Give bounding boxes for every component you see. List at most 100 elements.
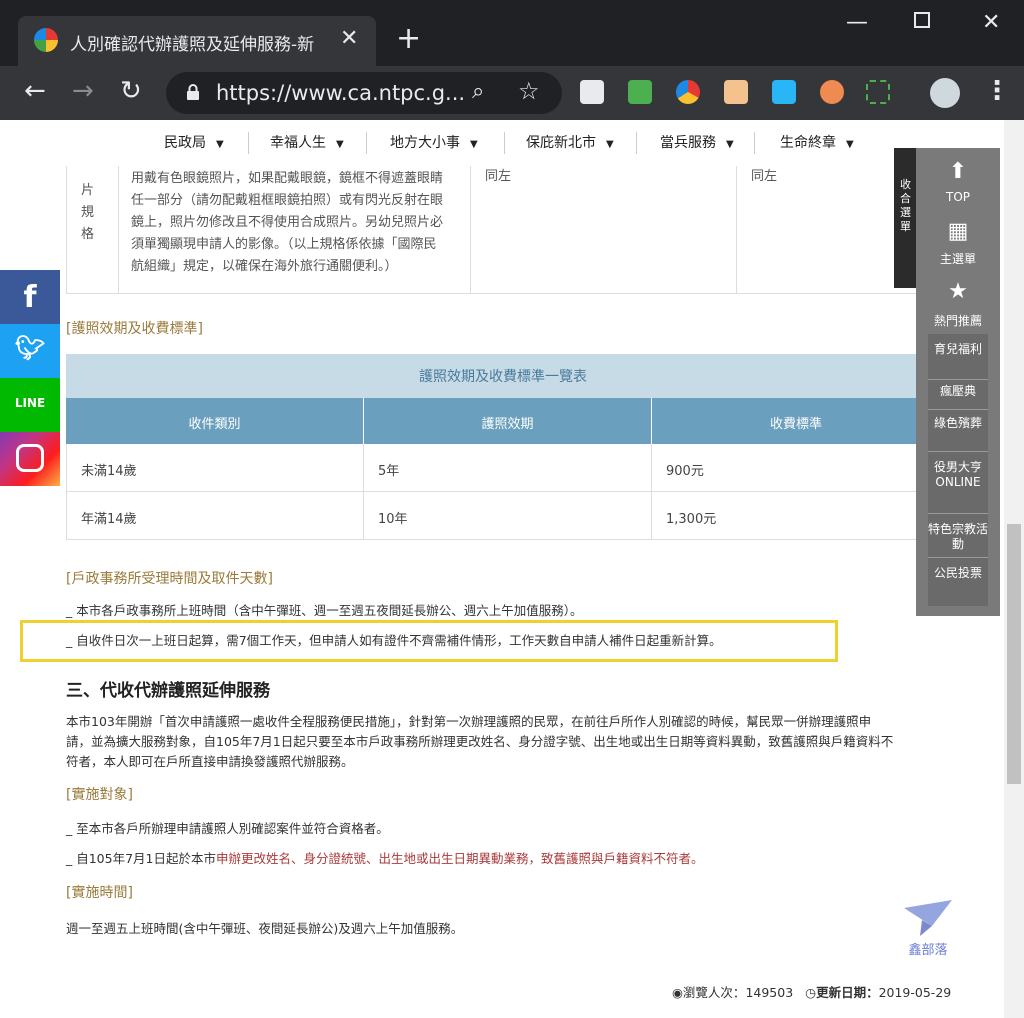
nav-divider <box>636 132 637 154</box>
back-icon[interactable]: ← <box>24 76 46 106</box>
views-label: 瀏覽人次： <box>682 985 746 1000</box>
fee-header-fee: 收費標準 <box>652 398 940 444</box>
hot-item-green-burial[interactable]: 綠色殯葬 <box>928 416 988 452</box>
nav-item-military[interactable]: 當兵服務 ▼ <box>660 132 734 152</box>
nav-item-life-end[interactable]: 生命終章 ▼ <box>780 132 854 152</box>
fee-table-caption-text: 護照效期及收費標準一覽表 <box>419 369 587 385</box>
spec-same-text: 同左 <box>485 169 512 184</box>
facebook-icon: f <box>23 280 37 315</box>
hot-item-religious[interactable]: 特色宗教活動 <box>928 522 988 558</box>
reload-icon[interactable]: ↻ <box>120 76 142 106</box>
forward-icon[interactable]: → <box>72 76 94 106</box>
hot-item-conscript-online[interactable]: 役男大亨ONLINE <box>928 460 988 514</box>
grid-icon[interactable]: ▦ <box>928 221 988 243</box>
section-label-passport-fees: [護照效期及收費標準] <box>66 321 203 337</box>
caret-down-icon: ▼ <box>470 139 478 150</box>
table-cell: 年滿14歲 <box>66 492 364 540</box>
caret-down-icon: ▼ <box>726 139 734 150</box>
page-scrollbar[interactable] <box>1004 120 1024 1018</box>
spec-label-char: 格 <box>81 227 95 242</box>
minimize-icon[interactable]: — <box>846 10 868 35</box>
page-viewport: 民政局 ▼ 幸福人生 ▼ 地方大小事 ▼ 保庇新北市 ▼ 當兵服務 ▼ 生命終章 ▼ 片 規… <box>0 120 1004 1018</box>
section-heading: 三、代收代辦護照延伸服務 <box>66 681 270 701</box>
browser-menu-icon[interactable]: ⋮ <box>984 76 1010 106</box>
target-line: _ 自105年7月1日起於本市申辦更改姓名、身分證統號、出生地或出生日期異動業務… <box>66 848 704 867</box>
fee-table-caption: 護照效期及收費標準一覽表 <box>66 354 940 398</box>
nav-divider <box>366 132 367 154</box>
close-tab-icon[interactable]: ✕ <box>340 26 358 51</box>
line-share-button[interactable]: LINE <box>0 378 60 432</box>
hours-line-highlighted: _ 自收件日次一上班日起算，需7個工作天，但申請人如有證件不齊需補件情形，工作天… <box>66 633 722 648</box>
tab-title: 人別確認代辦護照及延伸服務-新 <box>70 35 315 55</box>
spec-desc-line: 航組織」規定，以確保在海外旅行通關便利。） <box>131 259 398 274</box>
hot-item-childcare[interactable]: 育兒福利 <box>928 342 988 380</box>
spec-desc-line: 鏡上，照片勿修改且不得使用合成照片。另幼兒照片必 <box>131 215 444 230</box>
extension-notes-icon[interactable] <box>580 80 604 104</box>
hot-item-festival[interactable]: 瘋壓典 <box>928 384 988 410</box>
main-menu-label[interactable]: 主選單 <box>928 252 988 267</box>
nav-label: 生命終章 <box>780 135 836 151</box>
extension-share-icon[interactable] <box>772 80 796 104</box>
facebook-share-button[interactable]: f <box>0 270 60 324</box>
caret-down-icon: ▼ <box>606 139 614 150</box>
table-cell: 5年 <box>364 444 652 492</box>
lock-icon <box>187 84 199 100</box>
extension-face-icon[interactable] <box>724 80 748 104</box>
spec-desc-line: 用戴有色眼鏡照片，如果配戴眼鏡，鏡框不得遮蓋眼睛 <box>131 171 444 186</box>
close-window-icon[interactable]: ✕ <box>982 10 1000 35</box>
spec-same-cell: 同左 <box>471 166 737 294</box>
zoom-icon[interactable]: ⌕ <box>472 79 484 104</box>
maximize-icon[interactable] <box>914 12 930 28</box>
profile-avatar[interactable] <box>930 78 960 108</box>
nav-item-blessing[interactable]: 保庇新北市 ▼ <box>526 132 614 152</box>
extension-mail-icon[interactable] <box>628 80 652 104</box>
instagram-icon <box>16 444 44 472</box>
spec-label-cell: 片 規 格 <box>67 166 119 294</box>
twitter-share-button[interactable]: 🐦︎ <box>0 324 60 378</box>
nav-item-civil-affairs[interactable]: 民政局 ▼ <box>164 132 224 152</box>
caret-down-icon: ▼ <box>336 139 344 150</box>
nav-label: 當兵服務 <box>660 135 716 151</box>
instagram-share-button[interactable] <box>0 432 60 486</box>
back-to-top-label[interactable]: TOP <box>928 190 988 205</box>
paragraph-line: 本市103年開辦「首次申請護照一處收件全程服務便民措施」，針對第一次辦理護照的民… <box>66 714 872 729</box>
fee-header-validity: 護照效期 <box>364 398 652 444</box>
paragraph-line: 符者，本人即可在戶所直接申請換發護照代辦服務。 <box>66 754 354 769</box>
target-line-emphasis: 申辦更改姓名、身分證統號、出生地或出生日期異動業務，致舊護照與戶籍資料不符者。 <box>216 851 704 866</box>
nav-item-happy-life[interactable]: 幸福人生 ▼ <box>270 132 344 152</box>
hours-line: _ 本市各戶政事務所上班時間（含中午彈班、週一至週五夜間延長辦公、週六上午加值服… <box>66 603 583 618</box>
twitter-icon: 🐦︎ <box>14 334 46 362</box>
spec-label-char: 片 <box>81 183 95 198</box>
caret-down-icon: ▼ <box>846 139 854 150</box>
nav-divider <box>504 132 505 154</box>
line-icon: LINE <box>14 396 46 410</box>
extension-capture-icon[interactable] <box>866 80 890 104</box>
watermark-text: 鑫部落 <box>908 942 947 956</box>
nav-label: 地方大小事 <box>390 135 460 151</box>
bookmark-star-icon[interactable]: ☆ <box>518 77 540 105</box>
star-icon[interactable]: ★ <box>928 281 988 303</box>
nav-divider <box>248 132 249 154</box>
updated-label: 更新日期： <box>816 985 879 1000</box>
top-arrow-icon[interactable]: ⬆ <box>928 161 988 183</box>
blog-watermark-logo: 鑫部落 <box>904 900 952 956</box>
footer-stats: ◉瀏覽人次：149503 ◷更新日期：2019-05-29 <box>672 982 951 1001</box>
section-label-time: [實施時間] <box>66 885 133 901</box>
nav-item-local-events[interactable]: 地方大小事 ▼ <box>390 132 478 152</box>
extension-color-icon[interactable] <box>676 80 700 104</box>
section-label-office-hours: [戶政事務所受理時間及取件天數] <box>66 571 273 587</box>
address-bar[interactable]: https://www.ca.ntpc.g... ⌕ ☆ <box>166 72 562 114</box>
target-line: _ 至本市各戶所辦理申請護照人別確認案件並符合資格者。 <box>66 821 389 836</box>
caret-down-icon: ▼ <box>216 139 224 150</box>
scrollbar-thumb[interactable] <box>1007 524 1021 784</box>
time-line: 週一至週五上班時間(含中午彈班、夜間延長辦公)及週六上午加值服務。 <box>66 921 464 936</box>
updated-date: 2019-05-29 <box>878 985 952 1000</box>
spec-desc-cell: 用戴有色眼鏡照片，如果配戴眼鏡，鏡框不得遮蓋眼睛 任一部分（請勿配戴粗框眼鏡拍照… <box>119 166 471 294</box>
views-count: 149503 <box>745 985 794 1000</box>
new-tab-icon[interactable]: + <box>396 24 421 54</box>
extension-avatar-icon[interactable] <box>820 80 844 104</box>
hot-recommend-label[interactable]: 熱門推薦 <box>928 314 988 329</box>
spec-label-char: 規 <box>81 205 95 220</box>
browser-tab[interactable]: 人別確認代辦護照及延伸服務-新 ✕ <box>18 16 376 66</box>
hot-item-referendum[interactable]: 公民投票 <box>928 566 988 602</box>
